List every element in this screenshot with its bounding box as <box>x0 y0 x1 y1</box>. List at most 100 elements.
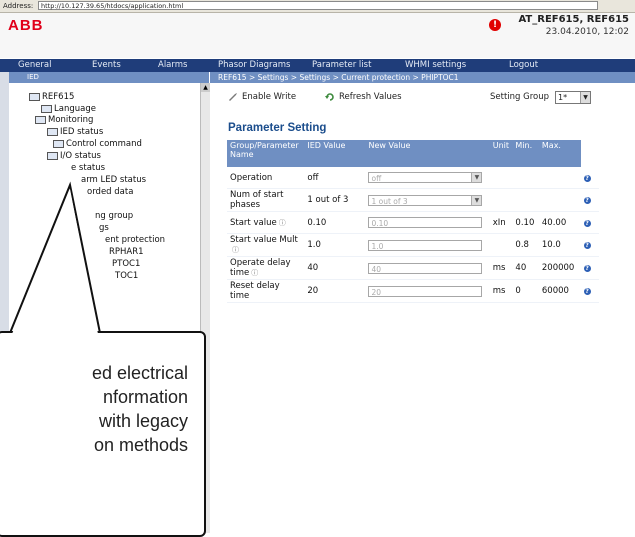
leaf-icon <box>41 104 52 113</box>
enable-write-label: Enable Write <box>242 92 297 102</box>
new-value-input[interactable]: 40 <box>368 262 483 274</box>
address-label: Address: <box>3 2 34 10</box>
min: 0.10 <box>512 211 539 234</box>
datetime: 23.04.2010, 12:02 <box>545 27 629 37</box>
callout-text: ed electrical nformation with legacy on … <box>91 363 188 455</box>
param-name: Num of start phases <box>227 188 305 212</box>
new-value-select[interactable]: off ▼ <box>368 172 483 183</box>
ied-value: 20 <box>304 279 366 303</box>
main-menu: General Events Alarms Phasor Diagrams Pa… <box>0 59 635 72</box>
new-value-input[interactable]: 20 <box>368 285 483 297</box>
help-icon[interactable]: ? <box>583 242 591 249</box>
tree-item-ref615[interactable]: REF615 <box>29 92 74 102</box>
callout-tail-cover <box>12 189 98 334</box>
tree-item-monitoring[interactable]: Monitoring <box>35 115 93 125</box>
new-value-cell: 0.10 <box>365 211 490 234</box>
unit: ms <box>489 256 513 280</box>
tree-item-control-command[interactable]: Control command <box>53 139 142 149</box>
header-new-value: New Value <box>365 140 490 167</box>
enable-write-button[interactable]: Enable Write <box>228 92 296 102</box>
setting-group-value: 1* <box>558 93 568 102</box>
header-unit: Unit <box>489 140 513 167</box>
address-url-input[interactable]: http://10.127.39.65/htdocs/application.h… <box>38 1 598 10</box>
param-name: Start value Multⓘ <box>227 233 305 257</box>
param-name: Operation <box>227 167 305 189</box>
info-icon[interactable]: ⓘ <box>232 245 239 255</box>
setting-group-select[interactable]: 1* ▼ <box>555 91 591 104</box>
tree-item-ied-status[interactable]: IED status <box>47 127 103 137</box>
table-row: Operation off off ▼ ? <box>227 167 599 189</box>
param-name: Reset delay time <box>227 279 305 303</box>
folder-icon <box>29 92 40 101</box>
help-icon[interactable]: ? <box>583 265 591 272</box>
scroll-up-icon[interactable]: ▲ <box>201 83 210 92</box>
table-row: Num of start phases 1 out of 3 1 out of … <box>227 188 599 212</box>
table-row: Start value ⓘ 0.10 0.10 xIn 0.10 40.00 ? <box>227 211 599 234</box>
help-cell: ? <box>580 233 599 257</box>
header-min: Min. <box>512 140 539 167</box>
max: 60000 <box>538 279 581 303</box>
tree-label: Language <box>54 104 96 114</box>
max <box>538 167 581 189</box>
new-value-input[interactable]: 1.0 <box>368 239 483 251</box>
alert-icon[interactable]: ! <box>489 19 501 31</box>
unit <box>489 233 513 257</box>
parameter-toolbar: Enable Write Refresh Values Setting Grou… <box>210 89 635 107</box>
header-param-name: Group/Parameter Name <box>227 140 305 167</box>
new-value-select[interactable]: 1 out of 3 ▼ <box>368 194 483 206</box>
menu-whmi-settings[interactable]: WHMI settings <box>405 60 466 70</box>
menu-phasor-diagrams[interactable]: Phasor Diagrams <box>218 60 290 70</box>
folder-icon <box>47 127 58 136</box>
refresh-icon <box>325 93 334 101</box>
setting-group-label: Setting Group <box>490 92 550 102</box>
menu-logout[interactable]: Logout <box>509 60 538 70</box>
parameter-table: Group/Parameter Name IED Value New Value… <box>227 140 599 303</box>
new-value-cell: 1 out of 3 ▼ <box>365 188 490 212</box>
table-row: Operate delay time ⓘ 40 40 ms 40 200000 ? <box>227 256 599 280</box>
info-icon[interactable]: ⓘ <box>251 268 258 278</box>
help-cell: ? <box>580 256 599 280</box>
address-bar: Address: http://10.127.39.65/htdocs/appl… <box>0 0 635 13</box>
param-name-text: Operate delay time <box>230 258 291 278</box>
refresh-values-label: Refresh Values <box>339 92 402 102</box>
menu-alarms[interactable]: Alarms <box>158 60 187 70</box>
new-value-input[interactable]: 0.10 <box>368 217 483 228</box>
chevron-down-icon: ▼ <box>471 173 482 182</box>
header-help-spacer <box>580 140 599 167</box>
device-name: AT_REF615, REF615 <box>518 14 629 25</box>
info-icon[interactable]: ⓘ <box>279 218 286 228</box>
help-icon[interactable]: ? <box>583 219 591 227</box>
unit: ms <box>489 279 513 303</box>
menu-parameter-list[interactable]: Parameter list <box>312 60 371 70</box>
unit <box>489 167 513 189</box>
abb-logo: ABB <box>8 17 44 34</box>
help-cell: ? <box>580 167 599 189</box>
min: 0.8 <box>512 233 539 257</box>
ied-value: off <box>304 167 366 189</box>
tree-label: Control command <box>66 139 142 149</box>
tree-label: Monitoring <box>48 115 94 125</box>
min <box>512 188 539 212</box>
help-icon[interactable]: ? <box>583 174 591 182</box>
max: 200000 <box>538 256 581 280</box>
max: 40.00 <box>538 211 581 234</box>
table-row: Start value Multⓘ 1.0 1.0 0.8 10.0 ? <box>227 233 599 257</box>
table-header-row: Group/Parameter Name IED Value New Value… <box>227 140 599 167</box>
breadcrumb-text: REF615 > Settings > Settings > Current p… <box>218 73 459 82</box>
tree-item-language[interactable]: Language <box>41 104 96 114</box>
help-icon[interactable]: ? <box>583 197 591 204</box>
chevron-down-icon: ▼ <box>471 195 482 205</box>
max <box>538 188 581 212</box>
help-cell: ? <box>580 279 599 303</box>
refresh-values-button[interactable]: Refresh Values <box>325 92 402 102</box>
min: 0 <box>512 279 539 303</box>
menu-events[interactable]: Events <box>92 60 121 70</box>
new-value-text: 1 out of 3 <box>371 196 408 206</box>
tree-label: IED status <box>60 127 104 137</box>
callout-bubble: ed electrical nformation with legacy on … <box>0 331 206 537</box>
menu-general[interactable]: General <box>18 60 52 70</box>
breadcrumb: REF615 > Settings > Settings > Current p… <box>210 72 635 83</box>
help-icon[interactable]: ? <box>583 288 591 295</box>
chevron-down-icon: ▼ <box>580 92 590 103</box>
param-name: Operate delay time ⓘ <box>227 256 305 280</box>
